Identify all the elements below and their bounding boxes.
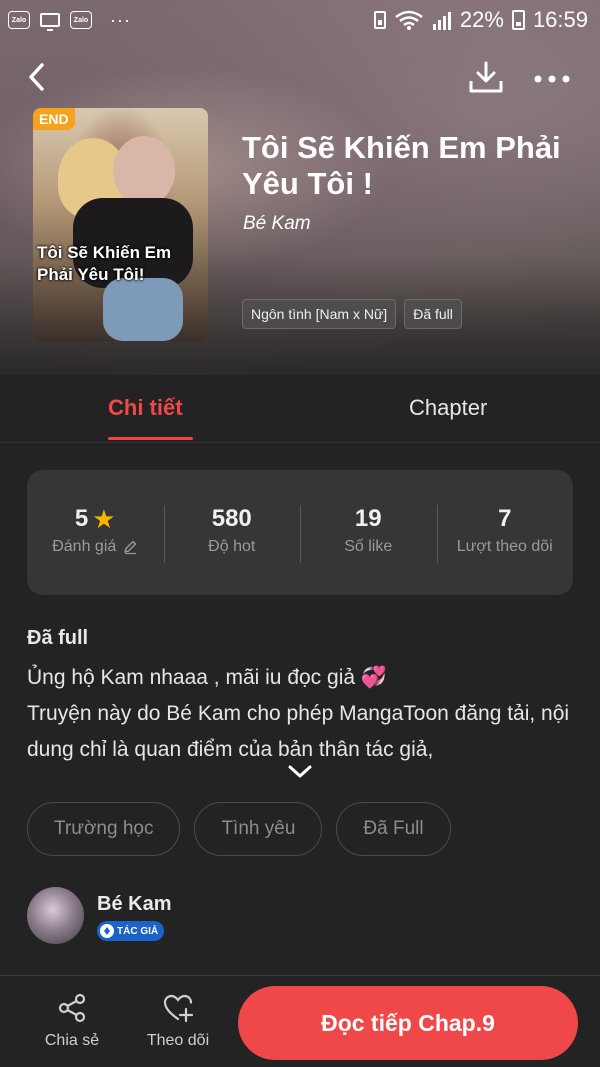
completion-status: Đã full bbox=[27, 627, 89, 649]
star-icon: ★ bbox=[92, 503, 116, 534]
description-line-1: Ủng hộ Kam nhaaa , mãi iu đọc giả bbox=[27, 666, 356, 689]
download-icon[interactable] bbox=[468, 59, 504, 95]
rating-label: Đánh giá bbox=[52, 537, 117, 555]
hot-value: 580 bbox=[211, 504, 252, 532]
end-badge: END bbox=[33, 108, 75, 130]
continue-reading-button[interactable]: Đọc tiếp Chap.9 bbox=[238, 986, 578, 1060]
tab-chapter[interactable]: Chapter bbox=[409, 395, 487, 421]
pen-nib-icon bbox=[100, 924, 114, 938]
share-label: Chia sẻ bbox=[44, 1032, 100, 1049]
genre-tags: Ngôn tình [Nam x Nữ] Đã full bbox=[242, 299, 462, 329]
zalo-icon: Zalo bbox=[70, 11, 92, 29]
clock: 16:59 bbox=[532, 7, 588, 32]
tab-bar: Chi tiết Chapter bbox=[0, 375, 600, 443]
rating-value: 5 bbox=[74, 504, 89, 532]
more-notifications-icon: ··· bbox=[110, 9, 131, 30]
topic-tag[interactable]: Tình yêu bbox=[194, 802, 323, 856]
description-line-2: Truyện này do Bé Kam cho phép MangaToon … bbox=[27, 702, 570, 761]
topic-tag[interactable]: Trường học bbox=[27, 802, 181, 856]
expand-chevron-icon[interactable] bbox=[287, 763, 313, 781]
author-badge: TÁC GIẢ bbox=[97, 921, 165, 941]
likes-value: 19 bbox=[354, 504, 382, 532]
wifi-icon bbox=[395, 10, 423, 30]
bottom-action-bar: Chia sẻ Theo dõi Đọc tiếp Chap.9 bbox=[0, 975, 600, 1067]
genre-tag[interactable]: Đã full bbox=[404, 299, 462, 329]
stat-hot: 580 Độ hot bbox=[163, 503, 301, 563]
top-bar bbox=[0, 55, 600, 99]
follow-label: Theo dõi bbox=[146, 1032, 210, 1049]
hearts-emoji: 💞 bbox=[360, 666, 388, 689]
active-tab-indicator bbox=[108, 437, 193, 440]
author-badge-label: TÁC GIẢ bbox=[117, 925, 159, 937]
cover-figure bbox=[103, 278, 183, 341]
pencil-icon bbox=[124, 540, 137, 554]
follow-button[interactable]: Theo dõi bbox=[138, 992, 218, 1050]
battery-percent: 22% bbox=[459, 7, 504, 32]
hot-label: Độ hot bbox=[208, 537, 256, 555]
share-icon bbox=[58, 993, 86, 1023]
cover-figure bbox=[113, 136, 175, 206]
screen-cast-icon bbox=[40, 13, 60, 31]
more-options-icon[interactable] bbox=[532, 59, 572, 95]
battery-saver-icon bbox=[373, 11, 386, 29]
zalo-icon: Zalo bbox=[8, 11, 30, 29]
genre-tag[interactable]: Ngôn tình [Nam x Nữ] bbox=[242, 299, 397, 329]
status-bar: Zalo Zalo ··· 22% 16:59 bbox=[0, 0, 600, 40]
author-avatar[interactable] bbox=[27, 887, 84, 944]
zalo-label: Zalo bbox=[73, 16, 89, 24]
battery-icon bbox=[511, 10, 525, 30]
followers-label: Lượt theo dõi bbox=[456, 537, 553, 555]
likes-label: Số like bbox=[344, 537, 393, 555]
followers-value: 7 bbox=[498, 504, 512, 532]
heart-plus-icon bbox=[163, 994, 194, 1023]
cover-title-text: Tôi Sẽ Khiến Em Phải Yêu Tôi! bbox=[37, 243, 172, 284]
stats-panel: 5 ★ Đánh giá 580 Độ hot 19 Số like 7 Lượ… bbox=[27, 470, 573, 595]
share-button[interactable]: Chia sẻ bbox=[32, 992, 112, 1050]
book-header: Zalo Zalo ··· 22% 16:59 END Tôi Sẽ Khiến… bbox=[0, 0, 600, 375]
topic-tag[interactable]: Đã Full bbox=[336, 802, 451, 856]
book-description[interactable]: Ủng hộ Kam nhaaa , mãi iu đọc giả 💞 Truy… bbox=[27, 660, 577, 768]
signal-icon bbox=[432, 12, 451, 30]
stat-followers: 7 Lượt theo dõi bbox=[436, 503, 574, 563]
book-cover[interactable]: END Tôi Sẽ Khiến Em Phải Yêu Tôi! bbox=[33, 108, 208, 341]
back-arrow-icon[interactable] bbox=[22, 59, 52, 95]
topic-tags: Trường học Tình yêu Đã Full bbox=[27, 802, 451, 856]
stat-rating[interactable]: 5 ★ Đánh giá bbox=[27, 503, 164, 563]
stat-likes: 19 Số like bbox=[300, 503, 437, 563]
book-author[interactable]: Bé Kam bbox=[243, 213, 311, 235]
zalo-label: Zalo bbox=[11, 16, 27, 24]
tab-detail[interactable]: Chi tiết bbox=[108, 395, 183, 421]
book-title: Tôi Sẽ Khiến Em Phải Yêu Tôi ! bbox=[242, 130, 561, 201]
author-name[interactable]: Bé Kam bbox=[97, 893, 171, 916]
